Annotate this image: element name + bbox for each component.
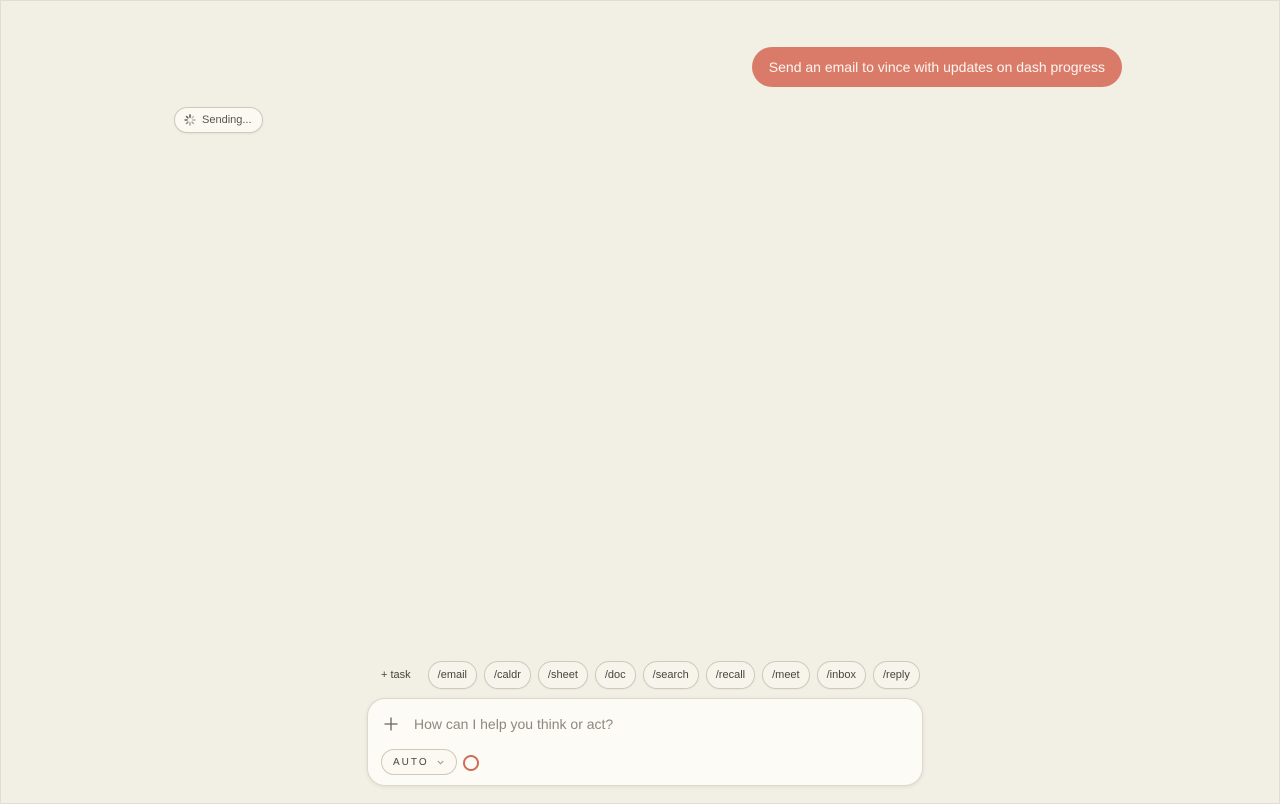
- quick-action-caldr[interactable]: /caldr: [484, 661, 531, 689]
- quick-actions-bar: + task /email /caldr /sheet /doc /search…: [370, 660, 920, 690]
- prompt-input[interactable]: [414, 713, 894, 735]
- quick-action-recall[interactable]: /recall: [705, 661, 756, 689]
- quick-action-search[interactable]: /search: [642, 661, 699, 689]
- composer: AUTO: [367, 698, 923, 786]
- user-message-bubble: Send an email to vince with updates on d…: [751, 47, 1122, 87]
- quick-action-inbox[interactable]: /inbox: [816, 661, 866, 689]
- quick-action-task[interactable]: + task: [370, 661, 421, 689]
- quick-action-email[interactable]: /email: [427, 661, 477, 689]
- plus-icon[interactable]: [383, 716, 399, 732]
- status-pill: Sending...: [174, 107, 263, 133]
- mode-select[interactable]: AUTO: [381, 749, 457, 775]
- quick-action-meet[interactable]: /meet: [762, 661, 810, 689]
- record-circle-icon[interactable]: [463, 755, 479, 771]
- chevron-down-icon: [437, 760, 444, 765]
- spinner-icon: [184, 114, 196, 126]
- quick-action-doc[interactable]: /doc: [594, 661, 636, 689]
- quick-action-reply[interactable]: /reply: [872, 661, 920, 689]
- quick-action-sheet[interactable]: /sheet: [537, 661, 588, 689]
- status-label: Sending...: [202, 114, 252, 126]
- mode-select-value: AUTO: [393, 756, 429, 768]
